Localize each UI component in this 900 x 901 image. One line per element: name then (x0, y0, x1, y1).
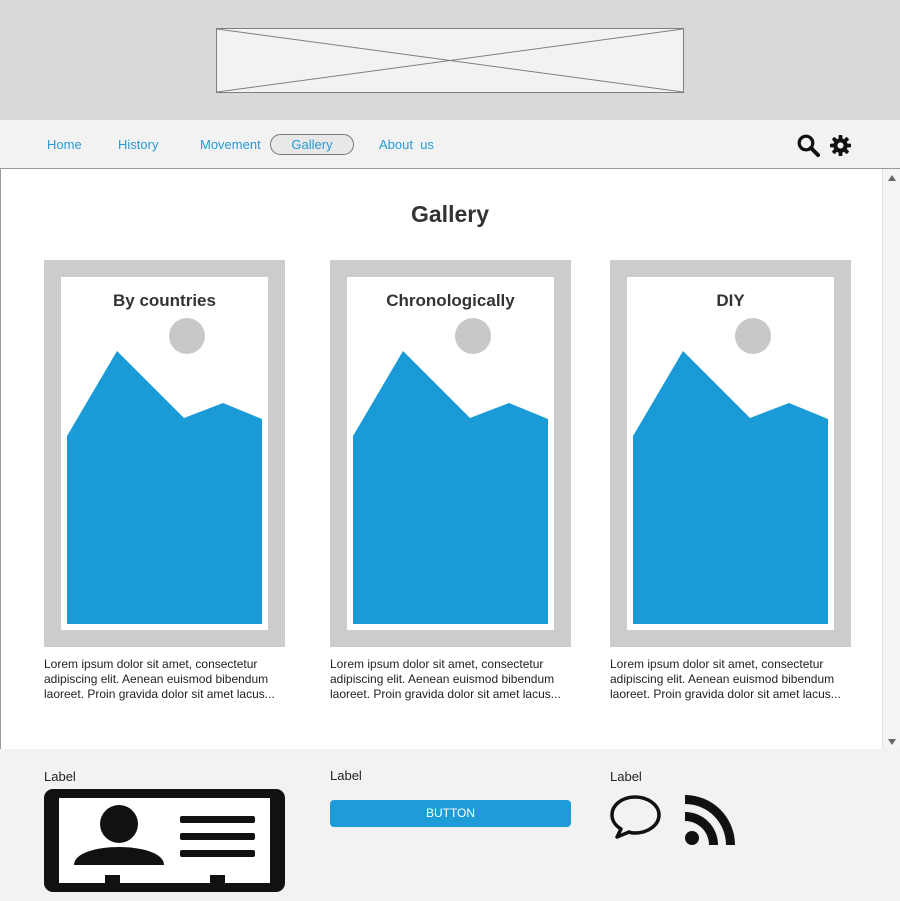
nav-item-history[interactable]: History (118, 138, 158, 152)
vertical-scrollbar[interactable] (882, 169, 900, 749)
footer-button[interactable]: BUTTON (330, 800, 571, 827)
nav-item-home[interactable]: Home (47, 138, 82, 152)
image-placeholder-icon (353, 318, 548, 624)
rss-icon[interactable] (685, 795, 735, 845)
footer-label: Label (610, 769, 642, 784)
card-description: Lorem ipsum dolor sit amet, consectetur … (330, 657, 561, 701)
gear-icon[interactable] (829, 134, 852, 162)
footer-label: Label (44, 769, 76, 784)
card-description: Lorem ipsum dolor sit amet, consectetur … (610, 657, 841, 701)
nav-item-movement[interactable]: Movement (200, 138, 261, 152)
card-title: DIY (716, 291, 745, 310)
card-title: Chronologically (386, 291, 515, 310)
page-title: Gallery (411, 201, 489, 227)
gallery-card[interactable]: Chronologically (330, 260, 571, 647)
image-placeholder-icon (633, 318, 828, 624)
nav-item-gallery[interactable]: Gallery (270, 134, 354, 155)
footer-label: Label (330, 768, 362, 783)
speech-bubble-icon[interactable] (610, 795, 661, 839)
nav-item-about-us[interactable]: About us (379, 138, 434, 152)
card-inner: DIY (627, 277, 834, 630)
logo-placeholder-image (216, 28, 684, 93)
card-title: By countries (113, 291, 216, 310)
contact-card-icon (44, 789, 285, 892)
gallery-card[interactable]: DIY (610, 260, 851, 647)
nav-bar: Home History Movement Gallery About us (0, 120, 900, 169)
scroll-down-arrow-icon[interactable] (888, 739, 896, 745)
card-inner: Chronologically (347, 277, 554, 630)
gallery-card[interactable]: By countries (44, 260, 285, 647)
search-icon[interactable] (797, 134, 820, 162)
card-description: Lorem ipsum dolor sit amet, consectetur … (44, 657, 275, 701)
card-inner: By countries (61, 277, 268, 630)
scroll-up-arrow-icon[interactable] (888, 175, 896, 181)
image-placeholder-icon (67, 318, 262, 624)
header (0, 0, 900, 120)
